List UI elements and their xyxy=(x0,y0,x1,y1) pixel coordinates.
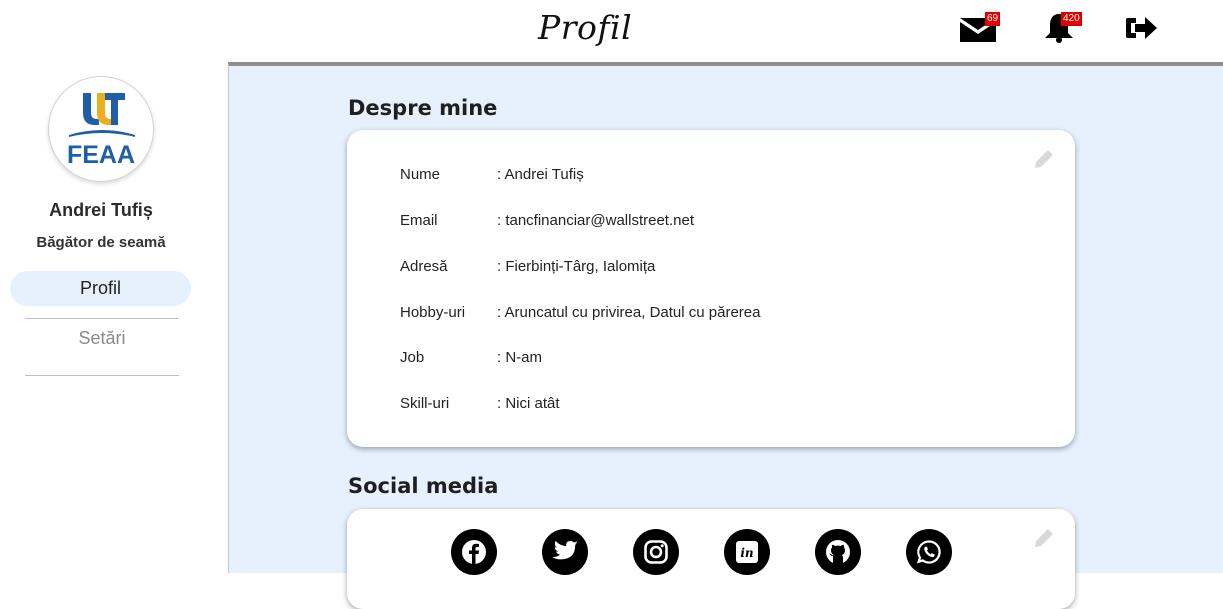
top-header: Profil 69 420 xyxy=(0,0,1223,62)
about-section-title: Despre mine xyxy=(348,96,498,120)
nav-divider xyxy=(25,318,179,319)
nav-divider xyxy=(25,375,179,376)
logo-text: FEAA xyxy=(66,141,136,169)
row-value: : tancfinanciar@wallstreet.net xyxy=(497,212,694,229)
nav-item-profil[interactable]: Profil xyxy=(10,271,191,306)
whatsapp-icon xyxy=(916,540,941,564)
twitter-icon xyxy=(552,540,578,560)
row-value: : Andrei Tufiș xyxy=(497,166,584,183)
github-link[interactable] xyxy=(815,529,861,575)
row-label: Adresă xyxy=(400,258,448,275)
logout-button[interactable] xyxy=(1126,16,1158,45)
user-name: Andrei Tufiș xyxy=(49,200,153,220)
whatsapp-link[interactable] xyxy=(906,529,952,575)
facebook-link[interactable] xyxy=(451,529,497,575)
instagram-link[interactable] xyxy=(633,529,679,575)
row-label: Skill-uri xyxy=(400,395,450,412)
sidebar: FEAA Andrei Tufiș Băgător de seamă Profi… xyxy=(0,62,228,573)
about-card: Nume : Andrei Tufiș Email : tancfinancia… xyxy=(347,130,1075,447)
linkedin-link[interactable]: in xyxy=(724,529,770,575)
university-logo: FEAA xyxy=(48,76,154,182)
row-label: Hobby-uri xyxy=(400,304,466,321)
page-title: Profil xyxy=(538,8,633,47)
messages-button[interactable]: 69 xyxy=(960,12,1001,47)
edit-about-button[interactable] xyxy=(1033,148,1055,175)
social-card: in xyxy=(347,509,1075,609)
row-value: : Nici atât xyxy=(497,395,560,412)
notifications-button[interactable]: 420 xyxy=(1042,12,1082,49)
row-value: : N-am xyxy=(497,349,542,366)
row-label: Email xyxy=(400,212,438,229)
main-content: Despre mine Nume : Andrei Tufiș Email : … xyxy=(228,62,1223,609)
nav-item-setari[interactable]: Setări xyxy=(25,328,179,349)
row-label: Job xyxy=(400,349,425,366)
logout-icon xyxy=(1126,17,1157,39)
row-label: Nume xyxy=(400,166,441,183)
facebook-icon xyxy=(462,540,486,565)
user-role: Băgător de seamă xyxy=(36,234,166,251)
svg-text:in: in xyxy=(740,546,753,560)
instagram-icon xyxy=(644,540,668,564)
pencil-icon xyxy=(1035,150,1053,168)
pencil-icon xyxy=(1035,529,1053,547)
edit-social-button[interactable] xyxy=(1033,527,1055,554)
twitter-link[interactable] xyxy=(542,529,588,575)
messages-count-badge: 69 xyxy=(985,12,1001,26)
row-value: : Aruncatul cu privirea, Datul cu părere… xyxy=(497,304,761,321)
linkedin-icon: in xyxy=(736,541,758,563)
social-section-title: Social media xyxy=(348,474,499,498)
row-value: : Fierbinți-Târg, Ialomița xyxy=(497,258,656,275)
notifications-count-badge: 420 xyxy=(1061,12,1082,26)
github-icon xyxy=(826,540,850,564)
